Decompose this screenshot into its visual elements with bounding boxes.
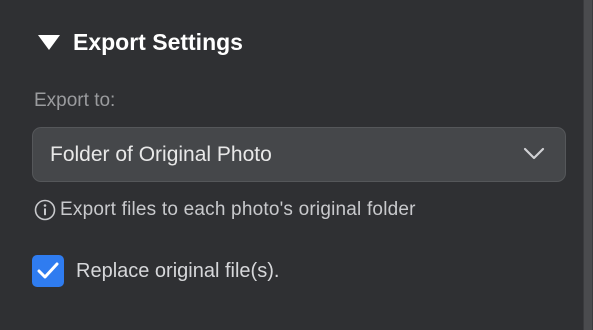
export-info-row: Export files to each photo's original fo… [34, 199, 416, 221]
replace-original-option[interactable]: Replace original file(s). [32, 255, 279, 287]
replace-original-label: Replace original file(s). [76, 259, 280, 282]
chevron-down-icon [523, 147, 545, 160]
disclosure-triangle-icon[interactable] [38, 34, 60, 50]
scrollbar-thumb[interactable] [584, 0, 592, 330]
export-to-label: Export to: [34, 90, 116, 111]
export-settings-header[interactable]: Export Settings [38, 26, 243, 58]
export-info-text: Export files to each photo's original fo… [60, 199, 416, 220]
export-settings-panel: Export Settings Export to: Folder of Ori… [0, 0, 583, 330]
scrollbar-track[interactable] [583, 0, 593, 330]
export-destination-select[interactable]: Folder of Original Photo [32, 127, 566, 182]
export-destination-value: Folder of Original Photo [50, 142, 272, 166]
replace-original-checkbox[interactable] [32, 255, 64, 287]
section-title: Export Settings [73, 28, 243, 55]
info-icon [34, 199, 56, 221]
checkmark-icon [37, 262, 59, 279]
